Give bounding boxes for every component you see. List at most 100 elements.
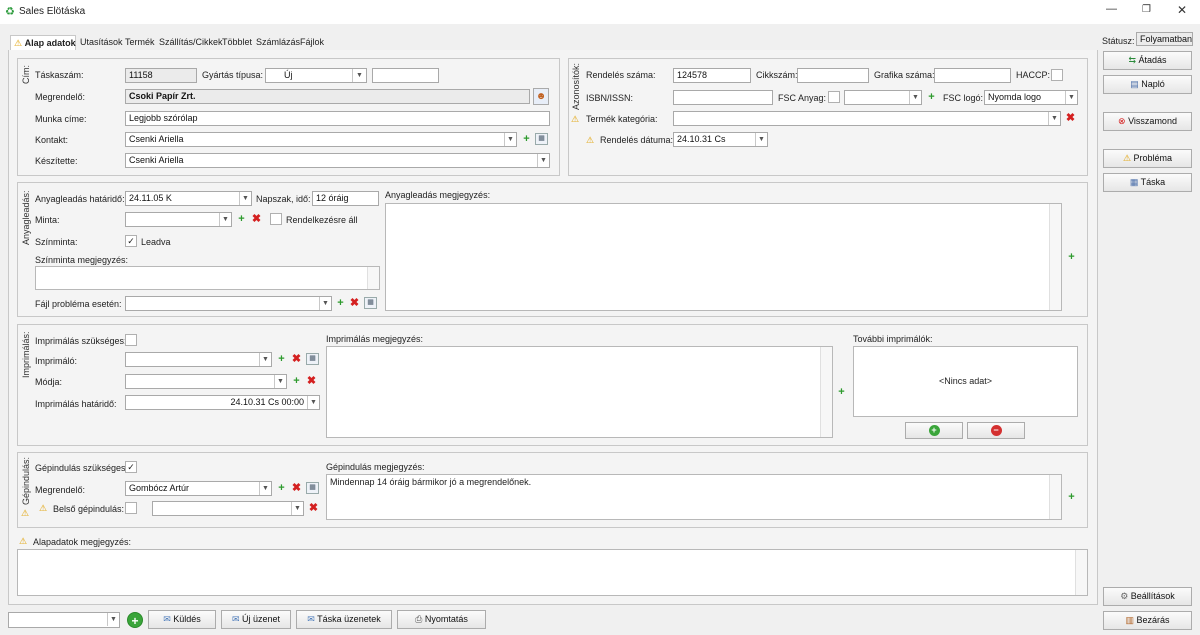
visszamond-button[interactable]: ⊗ Visszamond [1103,112,1192,131]
fajl-details-icon[interactable]: ▦ [364,297,377,309]
add-fajl-icon[interactable]: + [335,298,346,309]
clear-belso-icon[interactable]: ✖ [308,503,319,514]
chevron-down-icon[interactable]: ▼ [1048,112,1060,125]
add-minta-icon[interactable]: + [236,214,247,225]
add-gep-megj-icon[interactable]: + [1066,492,1077,503]
kontakt-details-icon[interactable]: ▦ [535,133,548,145]
chevron-down-icon[interactable]: ▼ [259,482,271,495]
rendeles-datuma-field[interactable]: 24.10.31 Cs ▼ [673,132,768,147]
belso-gepindulas-checkbox[interactable] [125,502,137,514]
add-gep-megrendelo-icon[interactable]: + [276,483,287,494]
clear-gep-megrendelo-icon[interactable]: ✖ [291,483,302,494]
grafika-szama-field[interactable] [934,68,1011,83]
anyagleadas-megj-field[interactable] [385,203,1062,311]
minimize-icon[interactable]: — [1106,3,1117,15]
gep-megrendelo-select[interactable]: Gombócz Artúr ▼ [125,481,272,496]
isbn-field[interactable] [673,90,773,105]
fsc-logo-select[interactable]: Nyomda logo ▼ [984,90,1078,105]
chevron-down-icon[interactable]: ▼ [274,375,286,388]
add-message-icon[interactable]: + [127,612,143,628]
add-modja-icon[interactable]: + [291,376,302,387]
tab-alap-adatok[interactable]: ⚠ Alap adatok [10,35,76,51]
scrollbar[interactable] [367,267,379,289]
customer-lookup-icon[interactable]: ☻ [533,88,549,105]
add-kontakt-icon[interactable]: + [521,134,532,145]
haccp-checkbox[interactable] [1051,69,1063,81]
chevron-down-icon[interactable]: ▼ [909,91,921,104]
taskaszam-field[interactable]: 11158 [125,68,197,83]
atadas-button[interactable]: ⇆ Átadás [1103,51,1192,70]
imprimalas-hatarido-field[interactable]: 24.10.31 Cs 00:00 ▼ [125,395,320,410]
kuldes-button[interactable]: ✉ Küldés [148,610,216,629]
clear-modja-icon[interactable]: ✖ [306,376,317,387]
chevron-down-icon[interactable]: ▼ [259,353,271,366]
clear-fajl-icon[interactable]: ✖ [349,298,360,309]
minta-select[interactable]: ▼ [125,212,232,227]
chevron-down-icon[interactable]: ▼ [291,502,303,515]
remove-imprimalo-button[interactable]: − [967,422,1025,439]
chevron-down-icon[interactable]: ▼ [307,396,319,409]
gepindulas-szukseges-checkbox[interactable]: ✓ [125,461,137,473]
keszitette-select[interactable]: Csenki Ariella ▼ [125,153,550,168]
tab-tobblet[interactable]: Többlet [222,35,252,50]
add-fsc-icon[interactable]: + [926,92,937,103]
chevron-down-icon[interactable]: ▼ [755,133,767,146]
imprimalas-megj-field[interactable] [326,346,833,438]
clear-minta-icon[interactable]: ✖ [251,214,262,225]
problema-button[interactable]: ⚠ Probléma [1103,149,1192,168]
rendeles-szama-field[interactable]: 124578 [673,68,751,83]
chevron-down-icon[interactable]: ▼ [219,213,231,226]
close-icon[interactable]: ✕ [1177,3,1187,17]
munka-cime-field[interactable]: Legjobb szórólap [125,111,550,126]
scrollbar[interactable] [1075,550,1087,595]
rendelkezesre-checkbox[interactable] [270,213,282,225]
chevron-down-icon[interactable]: ▼ [537,154,549,167]
cikkszam-field[interactable] [797,68,869,83]
gepindulas-megj-field[interactable]: Mindennap 14 óráig bármikor jó a megrend… [326,474,1062,520]
fsc-anyag-select[interactable]: ▼ [844,90,922,105]
clear-imprimalo-icon[interactable]: ✖ [291,354,302,365]
scrollbar[interactable] [1049,475,1061,519]
imprimalo-details-icon[interactable]: ▦ [306,353,319,365]
clear-kategoria-icon[interactable]: ✖ [1065,113,1076,124]
chevron-down-icon[interactable]: ▼ [319,297,331,310]
gep-megrendelo-details-icon[interactable]: ▦ [306,482,319,494]
fsc-anyag-checkbox[interactable] [828,91,840,103]
chevron-down-icon[interactable]: ▼ [504,133,516,146]
taska-uzenetek-button[interactable]: ✉ Táska üzenetek [296,610,392,629]
taska-button[interactable]: ▦ Táska [1103,173,1192,192]
add-impr-megj-icon[interactable]: + [836,387,847,398]
nyomtatas-button[interactable]: ⎙ Nyomtatás [397,610,486,629]
alapadatok-megj-field[interactable] [17,549,1088,596]
add-imprimalo-icon[interactable]: + [276,354,287,365]
imprimalas-szukseges-checkbox[interactable] [125,334,137,346]
naplo-button[interactable]: ▤ Napló [1103,75,1192,94]
gyartas-extra-field[interactable] [372,68,439,83]
chevron-down-icon[interactable]: ▼ [107,613,119,626]
leadva-checkbox[interactable]: ✓ [125,235,137,247]
fajl-problema-select[interactable]: ▼ [125,296,332,311]
chevron-down-icon[interactable]: ▼ [1065,91,1077,104]
message-type-select[interactable]: ▼ [8,612,120,628]
gyartas-tipusa-select[interactable]: Új ▼ [265,68,367,83]
beallitasok-button[interactable]: ⚙ Beállítások [1103,587,1192,606]
kontakt-select[interactable]: Csenki Ariella ▼ [125,132,517,147]
uj-uzenet-button[interactable]: ✉ Új üzenet [221,610,291,629]
scrollbar[interactable] [1049,204,1061,310]
bezaras-button[interactable]: ▥ Bezárás [1103,611,1192,630]
chevron-down-icon[interactable]: ▼ [239,192,251,205]
tab-szallitas[interactable]: Szállítás/Cikkek [159,35,223,50]
tab-fajlok[interactable]: Fájlok [300,35,324,50]
anyagleadas-hatarido-field[interactable]: 24.11.05 K ▼ [125,191,252,206]
megrendelo-field[interactable]: Csoki Papír Zrt. [125,89,530,104]
tab-szamlazas[interactable]: Számlázás [256,35,300,50]
chevron-down-icon[interactable]: ▼ [352,69,366,82]
termek-kategoria-select[interactable]: ▼ [673,111,1061,126]
tab-termek[interactable]: Termék [125,35,155,50]
scrollbar[interactable] [820,347,832,437]
add-imprimalo-button[interactable]: + [905,422,963,439]
napszak-field[interactable]: 12 óráig [312,191,379,206]
tovabbi-imprimalok-list[interactable]: <Nincs adat> [853,346,1078,417]
modja-select[interactable]: ▼ [125,374,287,389]
restore-icon[interactable]: ❐ [1142,4,1151,15]
